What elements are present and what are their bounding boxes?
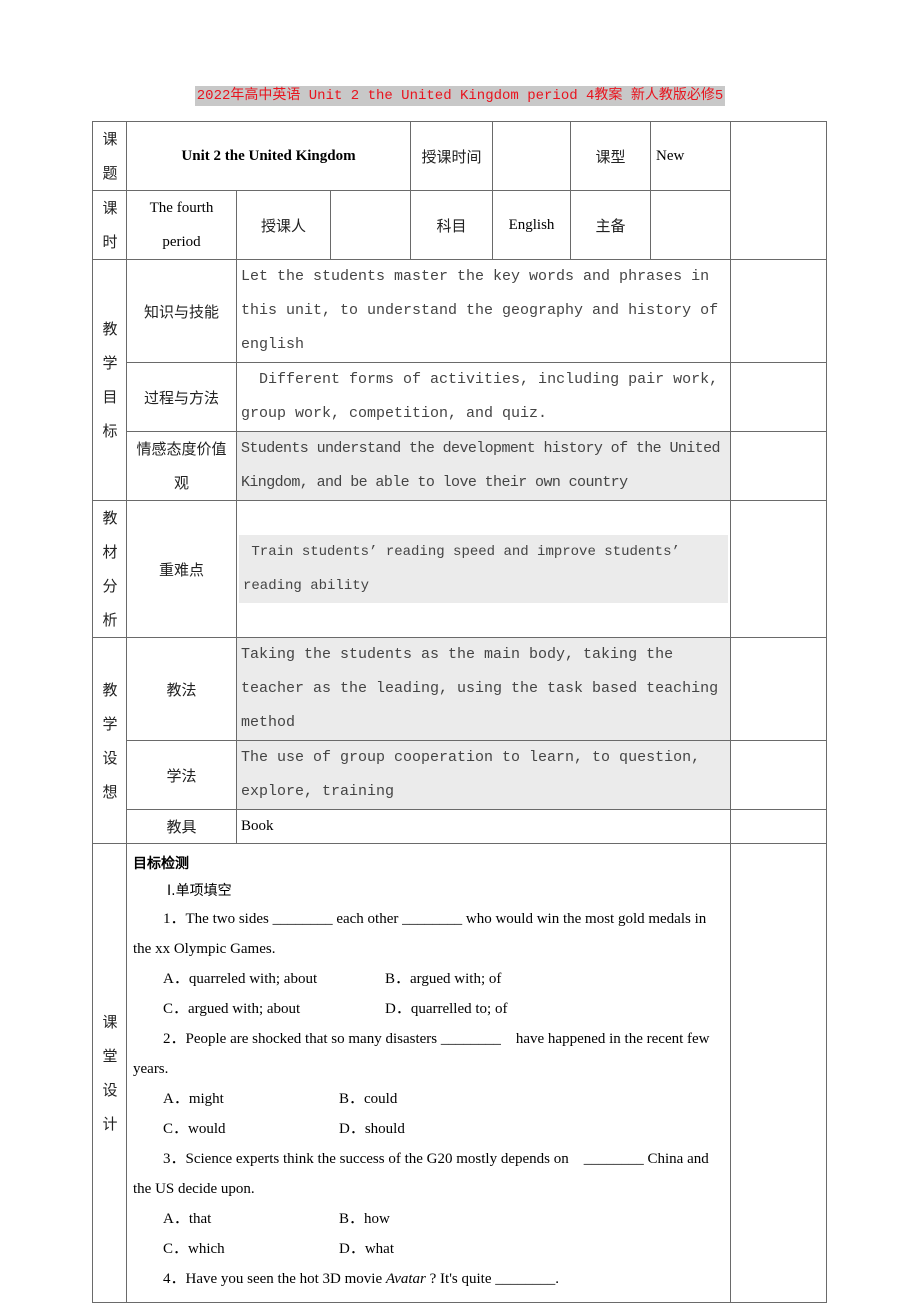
notes-cell xyxy=(730,362,828,432)
lesson-plan-table: 课题 Unit 2 the United Kingdom 授课时间 课型 New… xyxy=(92,121,828,1303)
design-section-label: 教学设想 xyxy=(102,680,118,801)
notes-cell xyxy=(730,431,828,501)
classroom-content: 目标检测 Ⅰ.单项填空 1．The two sides ________ eac… xyxy=(125,843,732,1303)
teacher-value xyxy=(329,190,412,260)
option: B．how xyxy=(339,1211,390,1227)
objectives-section-label: 教学目标 xyxy=(102,320,118,440)
notes-cell xyxy=(730,259,828,363)
period-value: The fourth period xyxy=(126,190,237,260)
topic-label-cell: 课题 xyxy=(92,121,127,191)
classroom-section-cell: 课堂设计 xyxy=(92,843,127,1303)
design-text: Book xyxy=(235,809,732,844)
notes-cell xyxy=(730,843,828,1303)
question: 4．Have you seen the hot 3D movie Avatar … xyxy=(133,1264,724,1294)
question-stem: 3．Science experts think the success of t… xyxy=(133,1151,713,1197)
analysis-section-cell: 教材分析 xyxy=(92,500,127,638)
main-prep-label: 主备 xyxy=(570,190,652,260)
objective-row: 过程与方法 Different forms of activities, inc… xyxy=(93,362,828,432)
question: 3．Science experts think the success of t… xyxy=(133,1144,724,1264)
objective-text: Let the students master the key words an… xyxy=(235,259,732,363)
question: 1．The two sides ________ each other ____… xyxy=(133,904,724,1024)
option: C．which xyxy=(163,1241,225,1257)
topic-label: 课题 xyxy=(102,130,118,182)
objectives-section-cell: 教学目标 xyxy=(92,259,127,501)
design-label: 学法 xyxy=(126,740,237,810)
objective-label: 知识与技能 xyxy=(126,259,237,363)
question-stem: 1．The two sides ________ each other ____… xyxy=(133,911,707,957)
option: D．should xyxy=(339,1121,405,1137)
option-row: A．might B．could xyxy=(133,1084,724,1114)
subject-value: English xyxy=(492,190,572,260)
option: D．what xyxy=(339,1241,394,1257)
teacher-label: 授课人 xyxy=(236,190,331,260)
option: C．argued with; about xyxy=(163,1001,301,1017)
classroom-row: 课堂设计 目标检测 Ⅰ.单项填空 1．The two sides _______… xyxy=(92,843,828,1303)
period-label-cell: 课时 xyxy=(92,190,127,260)
option: A．might xyxy=(163,1091,224,1107)
design-row: 教具 Book xyxy=(93,809,828,844)
option-row: C．argued with; about D．quarrelled to; of xyxy=(133,994,724,1024)
design-row: 教学设想 教法 Taking the students as the main … xyxy=(92,637,828,844)
question-stem-after: ? It's quite ________. xyxy=(425,1271,559,1287)
analysis-text: Train students’ reading speed and improv… xyxy=(239,535,729,603)
objective-text: Different forms of activities, including… xyxy=(235,362,732,432)
teach-time-label: 授课时间 xyxy=(410,121,494,191)
design-label: 教具 xyxy=(126,809,237,844)
practice-heading: 目标检测 xyxy=(133,856,189,872)
lesson-type-label: 课型 xyxy=(570,121,652,191)
notes-cell xyxy=(730,500,828,638)
question-stem-before: 4．Have you seen the hot 3D movie xyxy=(163,1271,386,1287)
movie-title: Avatar xyxy=(385,1271,426,1287)
option-row: C．would D．should xyxy=(133,1114,724,1144)
notes-cell xyxy=(730,809,828,844)
question: 2．People are shocked that so many disast… xyxy=(133,1024,724,1144)
main-prep-value xyxy=(650,190,732,260)
analysis-text-cell: Train students’ reading speed and improv… xyxy=(235,500,732,638)
practice-subheading: Ⅰ.单项填空 xyxy=(167,883,232,899)
design-text: Taking the students as the main body, ta… xyxy=(235,637,732,741)
notes-cell xyxy=(730,740,828,810)
objective-label: 情感态度价值观 xyxy=(126,431,237,501)
topic-value: Unit 2 the United Kingdom xyxy=(125,121,412,191)
question-stem: 2．People are shocked that so many disast… xyxy=(133,1031,714,1077)
notes-column-top xyxy=(730,121,828,260)
analysis-label: 重难点 xyxy=(126,500,237,638)
objective-row: 情感态度价值观 Students understand the developm… xyxy=(93,431,828,501)
option-row: A．quarreled with; about B．argued with; o… xyxy=(133,964,724,994)
classroom-section-label: 课堂设计 xyxy=(102,1013,118,1133)
option: A．quarreled with; about xyxy=(163,971,318,987)
period-label: 课时 xyxy=(102,199,118,251)
option: B．could xyxy=(339,1091,398,1107)
lesson-type-value: New xyxy=(650,121,732,191)
objective-label: 过程与方法 xyxy=(126,362,237,432)
option: D．quarrelled to; of xyxy=(385,1001,508,1017)
topic-row: 课题 Unit 2 the United Kingdom 授课时间 课型 New xyxy=(92,121,828,260)
teach-time-value xyxy=(492,121,572,191)
design-label: 教法 xyxy=(126,637,237,741)
option-row: A．that B．how xyxy=(133,1204,724,1234)
analysis-row: 教材分析 重难点 Train students’ reading speed a… xyxy=(92,500,828,638)
option: A．that xyxy=(163,1211,212,1227)
option-row: C．which D．what xyxy=(133,1234,724,1264)
design-section-cell: 教学设想 xyxy=(92,637,127,844)
design-row: 学法 The use of group cooperation to learn… xyxy=(93,740,828,810)
design-text: The use of group cooperation to learn, t… xyxy=(235,740,732,810)
option: B．argued with; of xyxy=(385,971,502,987)
document-title: 2022年高中英语 Unit 2 the United Kingdom peri… xyxy=(194,86,726,106)
period-row: 课时 The fourth period 授课人 科目 English 主备 xyxy=(92,190,827,260)
subject-label: 科目 xyxy=(410,190,494,260)
option: C．would xyxy=(163,1121,226,1137)
analysis-section-label: 教材分析 xyxy=(102,509,118,629)
document-title-bar: 2022年高中英语 Unit 2 the United Kingdom peri… xyxy=(0,86,920,106)
notes-cell xyxy=(730,637,828,741)
objective-text: Students understand the development hist… xyxy=(235,431,732,501)
objective-row: 教学目标 知识与技能 Let the students master the k… xyxy=(92,259,828,501)
question-stem: 4．Have you seen the hot 3D movie Avatar … xyxy=(133,1264,724,1294)
